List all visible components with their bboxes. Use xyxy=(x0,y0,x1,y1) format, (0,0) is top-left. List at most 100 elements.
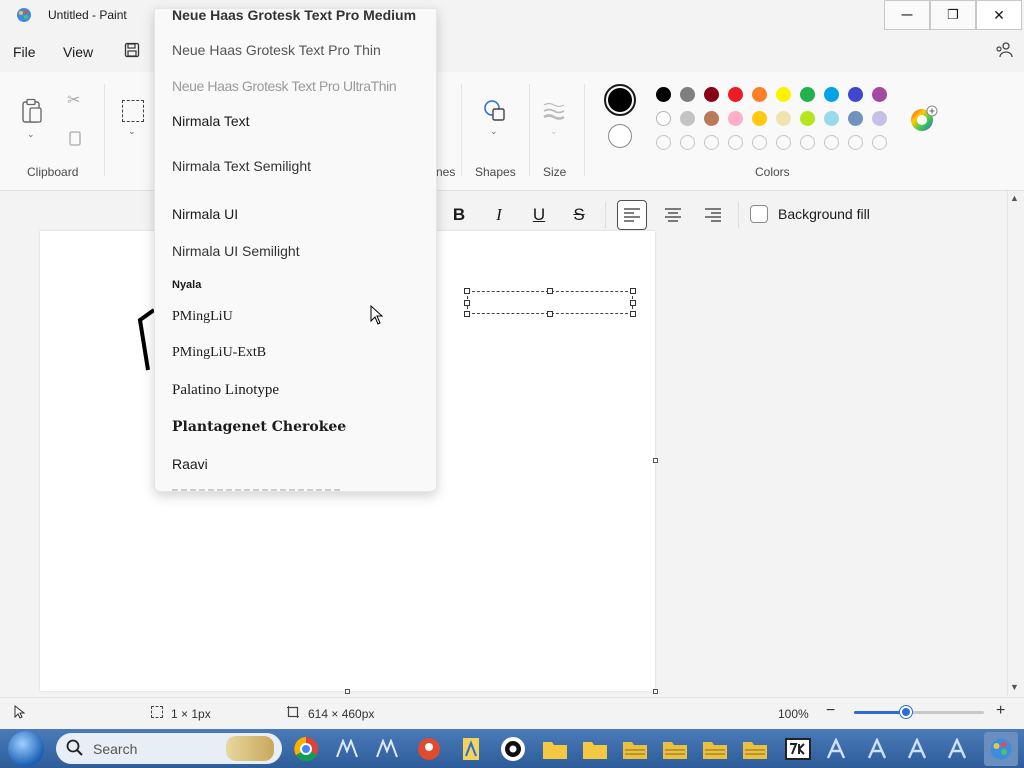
text-box-handle[interactable] xyxy=(464,300,470,306)
app-taskbar-icon[interactable] xyxy=(330,732,364,766)
scroll-up-icon[interactable]: ▲ xyxy=(1010,193,1019,203)
align-right-button[interactable] xyxy=(698,200,728,230)
folder-taskbar-icon[interactable] xyxy=(618,732,652,766)
palette-color[interactable] xyxy=(680,111,695,126)
font-viewer-taskbar-icon[interactable] xyxy=(821,732,855,766)
font-option[interactable]: Raavi xyxy=(172,456,208,472)
background-fill-checkbox[interactable] xyxy=(750,205,768,223)
palette-color[interactable] xyxy=(800,111,815,126)
share-icon[interactable] xyxy=(994,40,1014,60)
bold-button[interactable]: B xyxy=(444,200,474,230)
save-icon[interactable] xyxy=(124,42,142,60)
palette-color[interactable] xyxy=(800,135,815,150)
palette-color[interactable] xyxy=(680,87,695,102)
folder-taskbar-icon[interactable] xyxy=(658,732,692,766)
app-taskbar-icon[interactable] xyxy=(370,732,404,766)
font-option[interactable]: Palatino Linotype xyxy=(172,382,279,399)
font-viewer-taskbar-icon[interactable] xyxy=(942,732,976,766)
palette-color[interactable] xyxy=(776,111,791,126)
zoom-out-button[interactable]: − xyxy=(826,702,835,720)
font-option[interactable]: PMingLiU xyxy=(172,309,233,325)
text-box-handle[interactable] xyxy=(464,311,470,317)
palette-color[interactable] xyxy=(752,111,767,126)
align-left-button[interactable] xyxy=(617,200,647,230)
palette-color[interactable] xyxy=(848,135,863,150)
palette-color[interactable] xyxy=(704,135,719,150)
chrome-taskbar-icon[interactable] xyxy=(289,732,323,766)
palette-color[interactable] xyxy=(656,135,671,150)
font-option[interactable]: Nirmala Text xyxy=(172,113,250,129)
font-option[interactable]: Nyala xyxy=(172,279,201,291)
start-button[interactable] xyxy=(8,731,44,767)
palette-color[interactable] xyxy=(848,87,863,102)
italic-button[interactable]: I xyxy=(484,200,514,230)
palette-color[interactable] xyxy=(872,135,887,150)
font-option[interactable]: Plantagenet Cherokee xyxy=(172,419,346,435)
text-box-handle[interactable] xyxy=(547,288,553,294)
scroll-down-icon[interactable]: ▼ xyxy=(1010,682,1019,692)
text-box-handle[interactable] xyxy=(464,288,470,294)
font-option[interactable]: Nirmala Text Semilight xyxy=(172,158,311,174)
font-option[interactable]: Nirmala UI Semilight xyxy=(172,243,300,259)
palette-color[interactable] xyxy=(872,111,887,126)
shapes-chevron-down-icon[interactable]: ⌄ xyxy=(490,126,498,137)
font-viewer-taskbar-icon[interactable] xyxy=(862,732,896,766)
edit-colors-icon[interactable] xyxy=(910,104,938,135)
palette-color[interactable] xyxy=(704,111,719,126)
palette-color[interactable] xyxy=(824,135,839,150)
minimize-button[interactable]: — xyxy=(884,0,930,30)
palette-color[interactable] xyxy=(752,135,767,150)
zoom-in-button[interactable]: + xyxy=(996,702,1005,720)
folder-taskbar-icon[interactable] xyxy=(698,732,732,766)
paste-icon[interactable] xyxy=(20,98,44,127)
palette-color[interactable] xyxy=(872,87,887,102)
zoom-slider[interactable] xyxy=(854,706,984,718)
cut-icon[interactable]: ✂ xyxy=(67,90,80,110)
palette-color[interactable] xyxy=(824,87,839,102)
font-viewer-taskbar-icon[interactable] xyxy=(902,732,936,766)
menu-file[interactable]: File xyxy=(13,44,36,60)
canvas-resize-handle[interactable] xyxy=(345,689,350,694)
canvas-resize-handle[interactable] xyxy=(653,689,658,694)
restore-button[interactable]: ❐ xyxy=(930,0,976,30)
folder-taskbar-icon[interactable] xyxy=(738,732,772,766)
document-taskbar-icon[interactable] xyxy=(454,732,488,766)
folder-taskbar-icon[interactable] xyxy=(578,732,612,766)
palette-color[interactable] xyxy=(680,135,695,150)
paint-taskbar-icon[interactable] xyxy=(984,732,1018,766)
font-option[interactable]: Neue Haas Grotesk Text Pro UltraThin xyxy=(172,78,397,94)
select-chevron-down-icon[interactable]: ⌄ xyxy=(128,126,136,137)
strikethrough-button[interactable]: S xyxy=(564,200,594,230)
copy-icon[interactable] xyxy=(68,130,82,149)
palette-color[interactable] xyxy=(728,135,743,150)
palette-color[interactable] xyxy=(728,111,743,126)
canvas-resize-handle[interactable] xyxy=(653,458,658,463)
palette-color[interactable] xyxy=(728,87,743,102)
text-box-handle[interactable] xyxy=(547,311,553,317)
align-center-button[interactable] xyxy=(658,200,688,230)
7zip-taskbar-icon[interactable] xyxy=(781,732,815,766)
font-option[interactable]: PMingLiU-ExtB xyxy=(172,345,266,361)
map-pin-taskbar-icon[interactable] xyxy=(412,732,446,766)
vertical-scrollbar[interactable] xyxy=(1007,191,1024,696)
font-option[interactable]: Nirmala UI xyxy=(172,206,238,222)
folder-taskbar-icon[interactable] xyxy=(538,732,572,766)
text-box-handle[interactable] xyxy=(630,300,636,306)
palette-color[interactable] xyxy=(848,111,863,126)
palette-color[interactable] xyxy=(824,111,839,126)
font-option[interactable]: Neue Haas Grotesk Text Pro Thin xyxy=(172,42,381,58)
select-icon[interactable] xyxy=(122,100,144,122)
text-box-handle[interactable] xyxy=(630,311,636,317)
palette-color[interactable] xyxy=(704,87,719,102)
menu-view[interactable]: View xyxy=(63,44,93,60)
text-box-handle[interactable] xyxy=(630,288,636,294)
secondary-color-button[interactable] xyxy=(608,124,632,148)
close-button[interactable]: ✕ xyxy=(976,0,1022,30)
primary-color-button[interactable] xyxy=(604,84,636,116)
palette-color[interactable] xyxy=(656,87,671,102)
palette-color[interactable] xyxy=(776,135,791,150)
size-chevron-down-icon[interactable]: ⌄ xyxy=(550,126,558,137)
palette-color[interactable] xyxy=(800,87,815,102)
underline-button[interactable]: U xyxy=(524,200,554,230)
palette-color[interactable] xyxy=(752,87,767,102)
